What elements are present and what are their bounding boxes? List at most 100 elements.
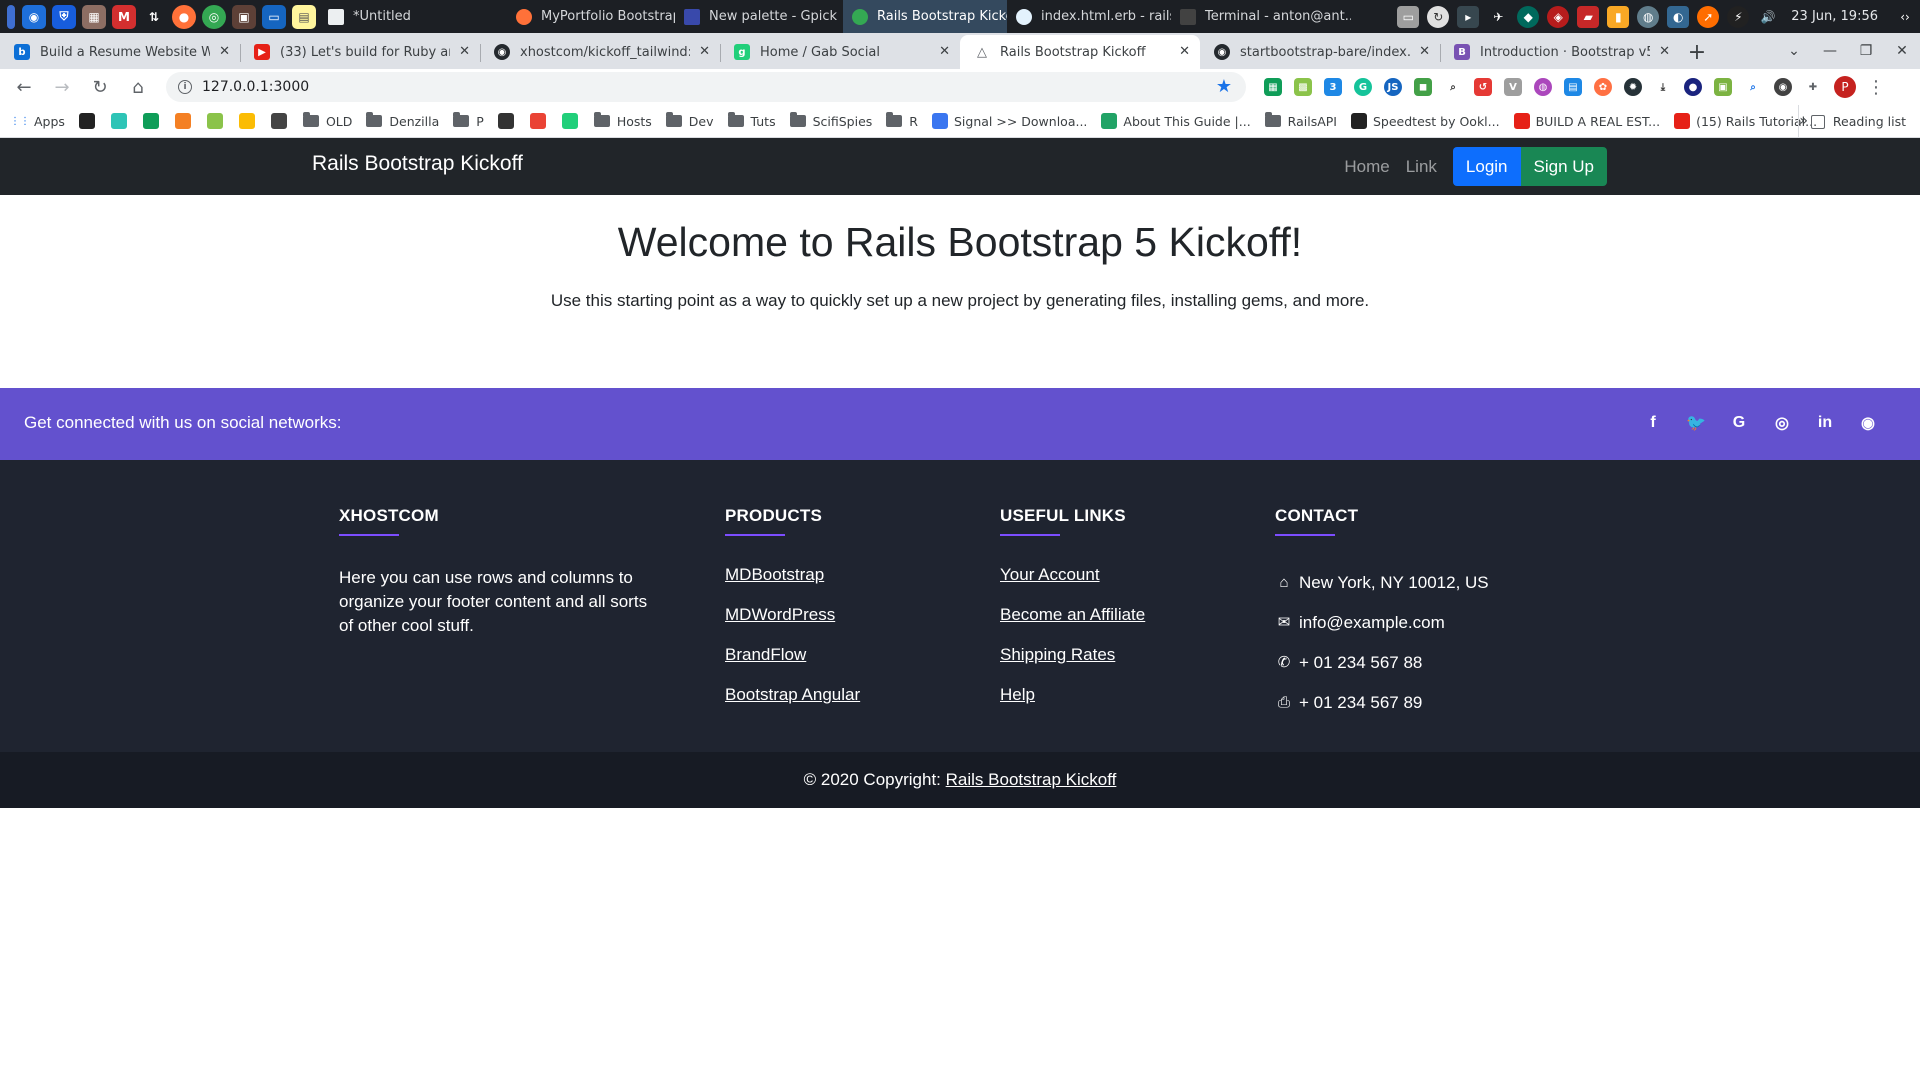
power-icon[interactable]: ⚡: [1727, 5, 1750, 28]
bookmark-item[interactable]: [270, 113, 293, 129]
profile-avatar[interactable]: P: [1834, 76, 1856, 98]
bookmark-item[interactable]: P: [453, 112, 484, 129]
transfer-icon[interactable]: ⇅: [142, 5, 166, 29]
browser-tab-active[interactable]: △ Rails Bootstrap Kickoff ✕: [960, 35, 1200, 69]
footer-link[interactable]: Help: [1000, 683, 1145, 723]
bookmark-item[interactable]: RailsAPI: [1264, 112, 1337, 129]
footer-link[interactable]: BrandFlow: [725, 643, 860, 683]
postgres-icon[interactable]: ◐: [1667, 5, 1690, 28]
close-icon[interactable]: ✕: [459, 44, 470, 59]
firefox-icon[interactable]: ●: [172, 4, 196, 29]
compass-icon[interactable]: ➚: [1697, 5, 1720, 28]
bookmark-item[interactable]: R: [886, 112, 918, 129]
bookmark-item[interactable]: [561, 113, 584, 129]
bookmark-item[interactable]: [206, 113, 229, 129]
browser-tab[interactable]: B Introduction · Bootstrap v5.0 ✕: [1440, 35, 1680, 69]
address-bar[interactable]: i 127.0.0.1:3000 ★: [166, 72, 1246, 102]
reading-list-button[interactable]: Reading list: [1797, 105, 1906, 138]
close-icon[interactable]: ✕: [699, 44, 710, 59]
browser-tab[interactable]: b Build a Resume Website With R ✕: [0, 35, 240, 69]
bookmark-item[interactable]: [497, 113, 520, 129]
taskbar-item-active[interactable]: Rails Bootstrap Kickoff...: [843, 0, 1007, 33]
color-extension-icon[interactable]: ◍: [1534, 78, 1552, 96]
bookmark-item[interactable]: [78, 113, 101, 129]
instagram-icon[interactable]: ◎: [1772, 413, 1792, 433]
bookmark-item[interactable]: ⋮⋮ Apps: [10, 113, 65, 129]
bookmark-item[interactable]: ScifiSpies: [789, 112, 872, 129]
footer-link[interactable]: Shipping Rates: [1000, 643, 1145, 683]
archive-icon[interactable]: ▦: [82, 4, 106, 29]
bookmark-item[interactable]: [110, 113, 133, 129]
taskbar-item[interactable]: Terminal - anton@ant...: [1171, 0, 1351, 33]
close-icon[interactable]: ✕: [939, 44, 950, 59]
ruby-icon[interactable]: ◈: [1547, 5, 1570, 28]
close-icon[interactable]: ✕: [1419, 44, 1430, 59]
bookmark-item[interactable]: (15) Rails Tutorial...: [1674, 113, 1817, 129]
close-icon[interactable]: ✕: [219, 44, 230, 59]
footer-link[interactable]: MDWordPress: [725, 603, 860, 643]
bookmark-star-icon[interactable]: ★: [1216, 76, 1232, 97]
github-icon[interactable]: ◉: [1858, 413, 1878, 433]
bookmark-item[interactable]: OLD: [302, 112, 352, 129]
google-icon[interactable]: G: [1729, 413, 1749, 433]
sheets-extension-icon[interactable]: ▦: [1264, 78, 1282, 96]
record-extension-icon[interactable]: ◉: [1774, 78, 1792, 96]
browser-menu-icon[interactable]: ⋮: [1858, 72, 1894, 102]
folder-icon[interactable]: ▭: [1397, 5, 1420, 28]
url-text[interactable]: 127.0.0.1:3000: [202, 79, 309, 95]
bookmark-item[interactable]: Hosts: [593, 112, 652, 129]
bookmark-item[interactable]: [142, 113, 165, 129]
bookmark-item[interactable]: [529, 113, 552, 129]
terminal-icon[interactable]: ▸: [1457, 5, 1480, 28]
android-extension-icon[interactable]: ▣: [1714, 78, 1732, 96]
tab-search-icon[interactable]: ⌄: [1776, 43, 1812, 59]
facebook-icon[interactable]: f: [1643, 413, 1663, 433]
tools-icon[interactable]: ✈: [1487, 6, 1509, 28]
browser-tab[interactable]: ▶ (33) Let's build for Ruby and Ra ✕: [240, 35, 480, 69]
network-icon[interactable]: ◍: [1637, 5, 1660, 28]
login-button[interactable]: Login: [1452, 147, 1521, 186]
bookmark-item[interactable]: Signal >> Downloa...: [931, 113, 1087, 129]
collapse-icon[interactable]: ‹›: [1894, 6, 1916, 28]
browser-tab[interactable]: ◉ xhostcom/kickoff_tailwind: A ra ✕: [480, 35, 720, 69]
css-extension-icon[interactable]: 3: [1324, 78, 1342, 96]
new-tab-button[interactable]: +: [1680, 35, 1714, 69]
close-window-icon[interactable]: ✕: [1884, 43, 1920, 59]
home-button[interactable]: ⌂: [120, 72, 156, 102]
puzzle-extension-icon[interactable]: ▩: [1294, 78, 1312, 96]
app-menu-icon[interactable]: [7, 4, 15, 29]
footer-link[interactable]: MDBootstrap: [725, 563, 860, 603]
browser-tab[interactable]: ◉ startbootstrap-bare/index.html ✕: [1200, 35, 1440, 69]
footer-link[interactable]: Bootstrap Angular: [725, 683, 860, 723]
footer-link[interactable]: Your Account: [1000, 563, 1145, 603]
clock[interactable]: 23 Jun, 19:56: [1791, 9, 1878, 24]
node-extension-icon[interactable]: ◼: [1414, 78, 1432, 96]
navbar-brand[interactable]: Rails Bootstrap Kickoff: [312, 152, 523, 176]
js-extension-icon[interactable]: JS: [1384, 78, 1402, 96]
volume-icon[interactable]: 🔊: [1757, 6, 1779, 28]
nav-link-home[interactable]: Home: [1344, 157, 1389, 177]
download-icon[interactable]: ⤓: [1654, 78, 1672, 96]
image-viewer-icon[interactable]: ▣: [232, 4, 256, 29]
vpn-icon[interactable]: ◆: [1517, 5, 1540, 28]
taskbar-item[interactable]: *Untitled: [319, 0, 479, 33]
close-icon[interactable]: ✕: [1179, 44, 1190, 59]
bookmark-item[interactable]: Tuts: [727, 112, 776, 129]
signup-button[interactable]: Sign Up: [1520, 147, 1607, 186]
restore-icon[interactable]: ❐: [1848, 43, 1884, 59]
bookmark-item[interactable]: [238, 113, 261, 129]
browser-tab[interactable]: g Home / Gab Social ✕: [720, 35, 960, 69]
window-extension-icon[interactable]: ▤: [1564, 78, 1582, 96]
minimize-icon[interactable]: —: [1812, 43, 1848, 59]
redis-icon[interactable]: ▰: [1577, 5, 1600, 28]
nav-link-link[interactable]: Link: [1406, 157, 1437, 177]
bookmark-item[interactable]: Denzilla: [366, 112, 439, 129]
kde-icon[interactable]: ◉: [22, 4, 46, 29]
taskbar-item[interactable]: New palette - Gpick: [675, 0, 843, 33]
bug-extension-icon[interactable]: ✹: [1624, 78, 1642, 96]
extensions-puzzle-icon[interactable]: ✚: [1804, 78, 1822, 96]
info-icon[interactable]: i: [178, 80, 192, 94]
redirect-extension-icon[interactable]: ↺: [1474, 78, 1492, 96]
bookmark-item[interactable]: Dev: [665, 112, 714, 129]
bitwarden-icon[interactable]: ⛨: [52, 4, 76, 29]
